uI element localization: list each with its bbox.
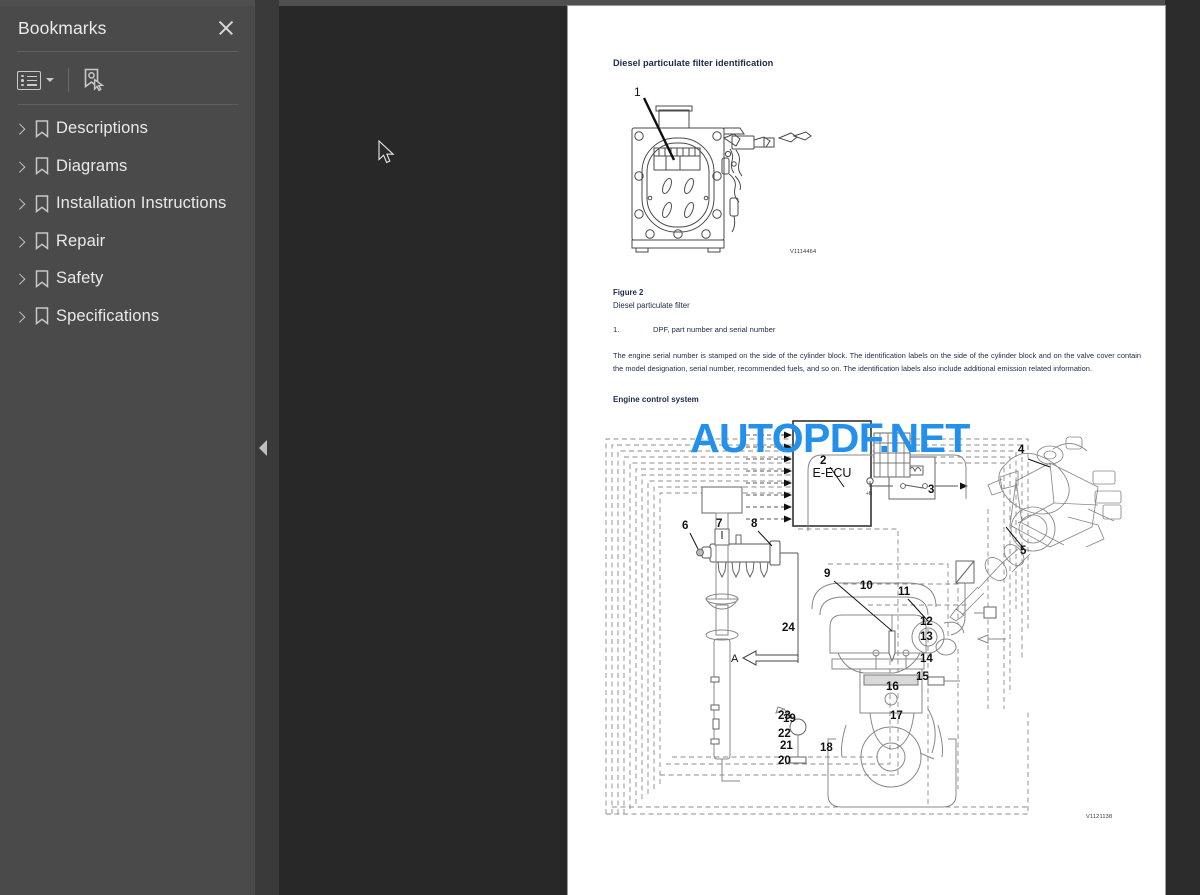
chevron-right-icon[interactable] [14, 160, 28, 172]
sidebar-divider-bottom [17, 104, 238, 105]
sidebar-item-diagrams[interactable]: Diagrams [0, 148, 255, 186]
document-page: Diesel particulate filter identification [568, 6, 1165, 895]
sidebar-item-repair[interactable]: Repair [0, 223, 255, 261]
sidebar-toolbar [17, 58, 238, 102]
callout-13: 13 [920, 631, 933, 643]
bookmark-icon [28, 307, 56, 326]
callout-5: 5 [1020, 545, 1027, 557]
callout-20: 20 [778, 755, 791, 767]
callout-15: 15 [916, 671, 929, 683]
body-paragraph: The engine serial number is stamped on t… [613, 351, 1141, 373]
engine-control-figure: E-ECU +B A 2 3 4 5 6 7 8 9 10 11 12 13 1… [598, 409, 1138, 834]
battery-label: +B [866, 491, 873, 497]
callout-11: 11 [898, 586, 911, 598]
chevron-down-icon [46, 78, 54, 82]
sidebar-item-installation-instructions[interactable]: Installation Instructions [0, 185, 255, 223]
bookmark-icon [28, 120, 56, 138]
ecu-label: E-ECU [813, 466, 852, 480]
svg-text:1: 1 [634, 86, 641, 99]
callout-14: 14 [920, 653, 933, 665]
sidebar-divider-top [17, 51, 238, 52]
callout-9: 9 [824, 568, 830, 580]
close-icon[interactable] [215, 17, 237, 39]
chevron-right-icon[interactable] [14, 123, 28, 135]
callout-17: 17 [890, 710, 903, 722]
callout-2: 2 [820, 455, 826, 467]
new-bookmark-icon [84, 68, 104, 92]
sidebar-title: Bookmarks [18, 17, 107, 38]
chevron-right-icon[interactable] [14, 198, 28, 210]
viewer-right-strip[interactable] [1165, 0, 1200, 895]
sidebar-item-label: Safety [56, 269, 104, 288]
figure2-image-id: V1121138 [1086, 814, 1113, 820]
chevron-right-icon[interactable] [14, 273, 28, 285]
sidebar-item-safety[interactable]: Safety [0, 260, 255, 298]
callout-7: 7 [716, 518, 722, 530]
sidebar-header: Bookmarks [0, 6, 255, 50]
bookmark-icon [28, 195, 56, 213]
callout-23: 23 [778, 710, 791, 722]
bookmarks-sidebar: Bookmarks Descriptions Diagrams Installa… [0, 0, 255, 895]
new-bookmark-button[interactable] [82, 63, 104, 97]
chevron-right-icon[interactable] [14, 310, 28, 322]
callout-10: 10 [860, 580, 873, 592]
pdf-viewer-window: Bookmarks Descriptions Diagrams Installa… [0, 0, 1200, 895]
callout-8: 8 [751, 518, 758, 530]
callout-12: 12 [920, 616, 933, 628]
callout-18: 18 [820, 742, 833, 754]
bookmark-list: Descriptions Diagrams Installation Instr… [0, 110, 255, 335]
toolbar-separator [68, 68, 69, 92]
figure1-image-id: V1114464 [790, 249, 817, 255]
sidebar-collapse-handle[interactable] [259, 440, 267, 456]
callout-4: 4 [1018, 444, 1025, 456]
document-viewer: Diesel particulate filter identification [279, 0, 1200, 895]
legend-number: 1. [613, 325, 620, 334]
figure-caption-title: Figure 2 [613, 288, 644, 297]
section-heading: Engine control system [613, 395, 699, 404]
callout-16: 16 [886, 681, 899, 693]
sidebar-item-specifications[interactable]: Specifications [0, 298, 255, 336]
sidebar-item-label: Diagrams [56, 156, 128, 175]
sidebar-item-label: Repair [56, 231, 106, 250]
sidebar-item-label: Specifications [56, 306, 160, 325]
bookmark-icon [28, 232, 56, 251]
legend-text: DPF, part number and serial number [653, 325, 776, 334]
callout-6: 6 [682, 520, 688, 532]
chevron-right-icon[interactable] [14, 235, 28, 247]
flow-label-a: A [731, 653, 739, 665]
callout-21: 21 [780, 740, 793, 752]
callout-3: 3 [928, 484, 934, 496]
list-options-icon [17, 70, 41, 90]
dpf-figure: 1 V1114464 [604, 85, 834, 271]
callout-22: 22 [778, 728, 791, 740]
page-content: Diesel particulate filter identification [568, 6, 1165, 895]
sidebar-item-label: Installation Instructions [56, 194, 227, 213]
sidebar-item-label: Descriptions [56, 119, 148, 138]
figure-caption-subtitle: Diesel particulate filter [613, 301, 690, 310]
page-title: Diesel particulate filter identification [613, 58, 774, 68]
sidebar-item-descriptions[interactable]: Descriptions [0, 110, 255, 148]
callout-24: 24 [782, 622, 795, 634]
bookmark-icon [28, 270, 56, 288]
bookmark-options-button[interactable] [17, 63, 54, 97]
bookmark-icon [28, 157, 56, 176]
